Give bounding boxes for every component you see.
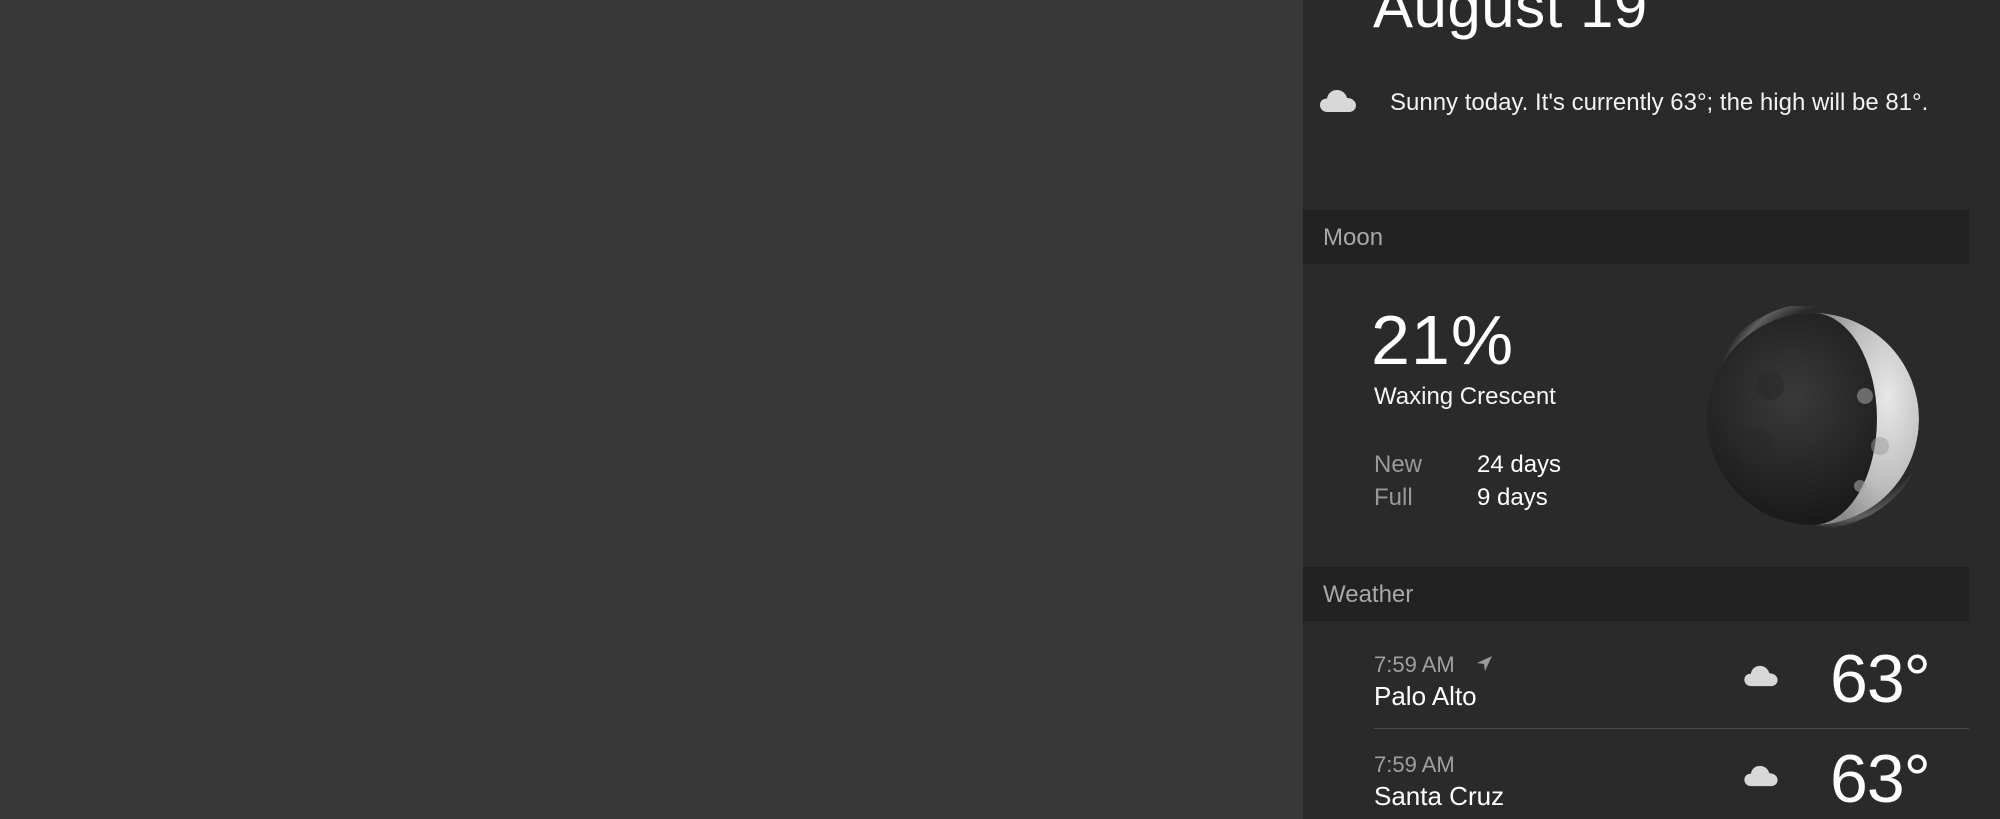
weather-temperature: 63° bbox=[1830, 741, 1931, 817]
weather-section-header[interactable]: Weather bbox=[1303, 567, 1969, 621]
moon-section-header[interactable]: Moon bbox=[1303, 210, 1969, 264]
weather-city: Palo Alto bbox=[1374, 681, 1477, 711]
cloud-icon bbox=[1743, 764, 1779, 793]
notification-center-today-panel: August 19th Sunny today. It's currently … bbox=[1303, 0, 2000, 819]
location-arrow-icon bbox=[1475, 653, 1493, 679]
date-suffix: th bbox=[1650, 0, 1673, 3]
weather-header-label: Weather bbox=[1323, 581, 1414, 608]
weather-location-row[interactable]: 7:59 AM Palo Alto 63° bbox=[1303, 641, 1969, 752]
moon-header-label: Moon bbox=[1323, 224, 1384, 251]
weather-city: Santa Cruz bbox=[1374, 781, 1505, 811]
moon-phase-name: Waxing Crescent bbox=[1374, 383, 1556, 410]
desktop-background bbox=[0, 0, 1303, 819]
moon-new-value: 24 days bbox=[1477, 451, 1562, 478]
cloud-icon bbox=[1743, 664, 1779, 693]
cloud-icon bbox=[1319, 88, 1357, 119]
moon-full-value: 9 days bbox=[1477, 484, 1548, 511]
weather-time: 7:59 AM bbox=[1374, 752, 1455, 778]
weather-summary-text: Sunny today. It's currently 63°; the hig… bbox=[1390, 89, 1929, 116]
moon-illumination-percent: 21% bbox=[1371, 301, 1515, 379]
weather-time: 7:59 AM bbox=[1374, 652, 1493, 679]
moon-new-label: New bbox=[1374, 451, 1423, 478]
weather-time-label: 7:59 AM bbox=[1374, 752, 1455, 777]
date-title: August 19th bbox=[1373, 0, 1672, 41]
weather-time-label: 7:59 AM bbox=[1374, 652, 1455, 677]
moon-full-label: Full bbox=[1374, 484, 1413, 511]
weather-temperature: 63° bbox=[1830, 641, 1931, 717]
weather-location-row[interactable]: 7:59 AM Santa Cruz 63° bbox=[1303, 741, 1969, 819]
weather-divider bbox=[1374, 728, 1969, 729]
date-main: August 19 bbox=[1373, 0, 1648, 40]
moon-phase-image bbox=[1700, 303, 1929, 532]
